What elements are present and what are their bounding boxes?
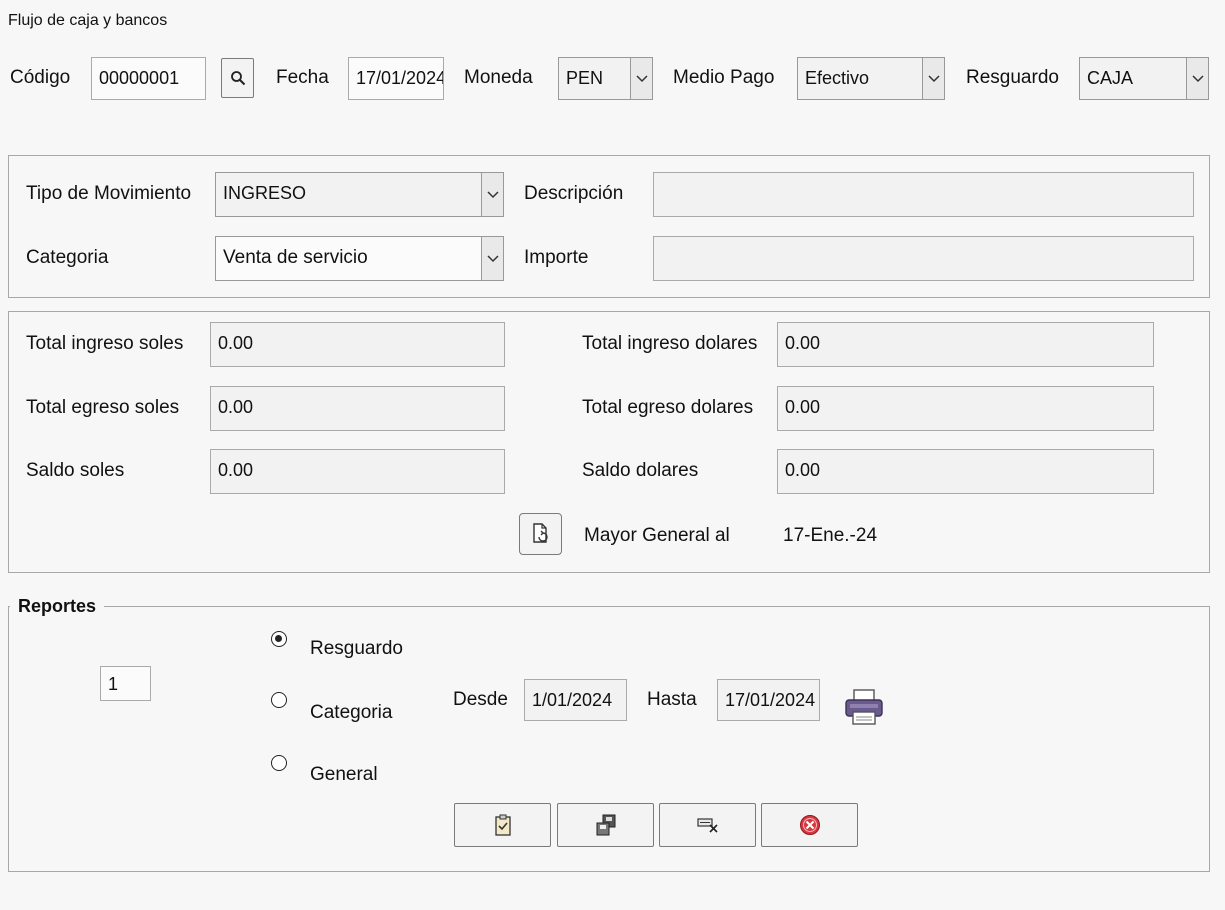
total-egreso-dolares-field: 0.00 — [777, 386, 1154, 431]
mayor-general-date: 17-Ene.-24 — [783, 525, 878, 546]
close-circle-icon — [799, 815, 820, 835]
descripcion-field[interactable] — [653, 172, 1194, 217]
hasta-field[interactable]: 17/01/2024 — [717, 679, 820, 721]
chevron-down-icon[interactable] — [481, 237, 503, 280]
saldo-dolares-label: Saldo dolares — [582, 460, 699, 481]
fecha-label: Fecha — [276, 67, 329, 88]
radio-general-label: General — [310, 764, 378, 785]
eraser-icon — [696, 818, 718, 833]
close-button[interactable] — [761, 803, 858, 847]
total-egreso-soles-field: 0.00 — [210, 386, 505, 431]
descripcion-label: Descripción — [524, 183, 624, 204]
floppy-disk-icon — [596, 814, 615, 836]
resguardo-label: Resguardo — [966, 67, 1059, 88]
clear-button[interactable] — [659, 803, 756, 847]
total-ingreso-soles-field: 0.00 — [210, 322, 505, 367]
radio-resguardo[interactable] — [271, 631, 287, 647]
codigo-field[interactable]: 00000001 — [91, 57, 206, 100]
fecha-field[interactable]: 17/01/2024 — [348, 57, 444, 100]
categoria-label: Categoria — [26, 247, 109, 268]
mayor-general-label: Mayor General al — [584, 525, 730, 546]
tipo-movimiento-value: INGRESO — [223, 183, 307, 203]
resguardo-select[interactable]: CAJA — [1079, 57, 1209, 100]
medio-pago-value: Efectivo — [805, 68, 870, 88]
chevron-down-icon[interactable] — [481, 173, 503, 216]
total-ingreso-dolares-label: Total ingreso dolares — [582, 333, 758, 354]
radio-categoria-label: Categoria — [310, 702, 393, 723]
report-number-field[interactable]: 1 — [100, 666, 151, 701]
radio-general[interactable] — [271, 755, 287, 771]
moneda-select[interactable]: PEN — [558, 57, 653, 100]
saldo-soles-label: Saldo soles — [26, 460, 125, 481]
document-refresh-icon — [532, 523, 548, 543]
tipo-movimiento-label: Tipo de Movimiento — [26, 183, 192, 204]
printer-icon — [845, 689, 883, 725]
saldo-soles-field: 0.00 — [210, 449, 505, 494]
total-ingreso-dolares-field: 0.00 — [777, 322, 1154, 367]
importe-label: Importe — [524, 247, 589, 268]
moneda-value: PEN — [566, 68, 604, 88]
desde-field[interactable]: 1/01/2024 — [524, 679, 627, 721]
radio-resguardo-label: Resguardo — [310, 638, 403, 659]
codigo-label: Código — [10, 67, 71, 88]
clipboard-check-icon — [494, 814, 511, 836]
search-button[interactable] — [221, 58, 254, 98]
resguardo-value: CAJA — [1087, 68, 1134, 88]
desde-label: Desde — [453, 689, 508, 710]
radio-categoria[interactable] — [271, 692, 287, 708]
chevron-down-icon[interactable] — [1186, 58, 1208, 99]
categoria-value: Venta de servicio — [223, 247, 368, 268]
new-button[interactable] — [454, 803, 551, 847]
print-button[interactable] — [843, 688, 885, 726]
importe-field[interactable] — [653, 236, 1194, 281]
medio-pago-select[interactable]: Efectivo — [797, 57, 945, 100]
mayor-general-button[interactable] — [519, 513, 562, 555]
chevron-down-icon[interactable] — [922, 58, 944, 99]
categoria-select[interactable]: Venta de servicio — [215, 236, 504, 281]
saldo-dolares-field: 0.00 — [777, 449, 1154, 494]
tipo-movimiento-select[interactable]: INGRESO — [215, 172, 504, 217]
hasta-label: Hasta — [647, 689, 697, 710]
search-icon — [230, 71, 245, 86]
reportes-legend: Reportes — [10, 596, 105, 617]
medio-pago-label: Medio Pago — [673, 67, 775, 88]
moneda-label: Moneda — [464, 67, 533, 88]
chevron-down-icon[interactable] — [630, 58, 652, 99]
window-title: Flujo de caja y bancos — [8, 12, 168, 29]
total-egreso-soles-label: Total egreso soles — [26, 397, 180, 418]
total-ingreso-soles-label: Total ingreso soles — [26, 333, 184, 354]
total-egreso-dolares-label: Total egreso dolares — [582, 397, 754, 418]
save-button[interactable] — [557, 803, 654, 847]
